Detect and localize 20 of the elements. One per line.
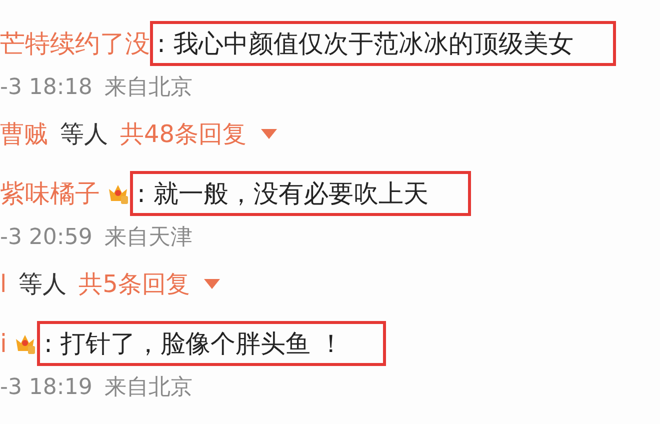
comment-time: -3 20:59 xyxy=(0,224,92,250)
reply-suffix: 等人 xyxy=(60,119,108,150)
comment-time: -3 18:18 xyxy=(0,74,92,100)
reply-count-link[interactable]: 共48条回复 xyxy=(120,118,247,150)
username[interactable]: 芒特续约了没 xyxy=(0,26,150,60)
reply-suffix: 等人 xyxy=(18,269,67,300)
comment-location: 来自北京 xyxy=(104,374,192,402)
caret-icon[interactable] xyxy=(204,279,220,289)
comment-text: : 就一般，没有必要吹上天 xyxy=(130,170,472,216)
reply-count-link[interactable]: 共5条回复 xyxy=(78,268,190,300)
comment-text: : 打针了，脸像个胖头鱼 ！ xyxy=(36,320,386,366)
comment-time: -3 18:19 xyxy=(0,374,92,400)
comment-text: : 我心中颜值仅次于范冰冰的顶级美女 xyxy=(150,20,616,66)
username[interactable]: 紫味橘子 xyxy=(0,176,100,210)
reply-username[interactable]: l xyxy=(0,270,7,298)
caret-icon[interactable] xyxy=(260,129,277,139)
comment-location: 来自天津 xyxy=(104,224,192,252)
username[interactable]: i xyxy=(0,328,7,358)
reply-username[interactable]: 曹贼 xyxy=(0,118,48,150)
comment-location: 来自北京 xyxy=(104,74,192,102)
